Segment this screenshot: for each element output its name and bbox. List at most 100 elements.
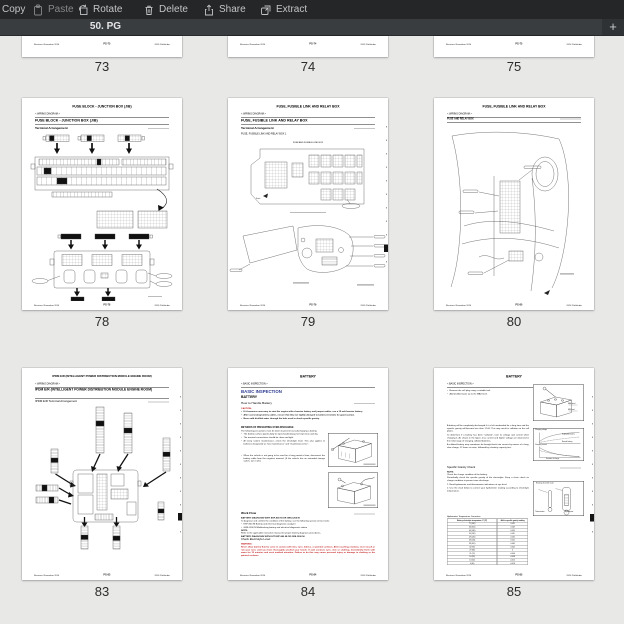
front-label: Front xyxy=(256,198,260,200)
hydro-top-label: Read top level with scale xyxy=(536,483,564,485)
gravity-steps: 1. Read hydrometer and thermometer indic… xyxy=(447,483,529,492)
trash-icon xyxy=(143,4,155,16)
electrolyte-heading: Check Electrolyte Level xyxy=(241,538,270,541)
page-number-label: 79 xyxy=(228,313,388,331)
document-tab[interactable]: 50. PG xyxy=(28,19,183,35)
share-icon xyxy=(203,4,215,16)
section-index-rail xyxy=(180,396,181,544)
min-level-label: MIN level xyxy=(568,409,575,411)
breadcrumb: < WIRING DIAGRAM > xyxy=(447,113,472,116)
page-footer: Revision: November 2014PG-782016 Pathfin… xyxy=(34,304,170,307)
page-footer: Revision: November 2014PG-732016 Pathfin… xyxy=(34,43,170,46)
workflow-heading: Work Flow xyxy=(241,512,256,515)
section-title: FUSE AND RELAY BOX xyxy=(447,118,474,121)
thermometer-label: Thermometer xyxy=(535,511,545,513)
methods-list: The battery surface (particularly its to… xyxy=(241,433,325,447)
page-footer: Revision: November 2014PG-742016 Pathfin… xyxy=(240,43,376,46)
page-number-label: 73 xyxy=(22,58,182,76)
gravity-intro: Periodically check the specific gravity … xyxy=(447,476,529,482)
battery-refill-illustration xyxy=(533,385,584,422)
breadcrumb: < WIRING DIAGRAM > xyxy=(241,113,266,116)
subsection-title: IPDM E/R Terminal Arrangement xyxy=(35,400,77,403)
page-thumbnail-78[interactable]: FUSE BLOCK - JUNCTION BOX (J/B) < WIRING… xyxy=(22,98,182,310)
page-thumbnail-74[interactable]: Revision: November 2014PG-742016 Pathfin… xyxy=(228,36,388,57)
chapter-title: BASIC INSPECTION xyxy=(241,389,282,394)
hydrometer-label: Hydrometer xyxy=(565,511,573,513)
page-number-label: 78 xyxy=(22,313,182,331)
sulphated-battery-label: Sulphated battery xyxy=(562,434,575,436)
rotate-icon xyxy=(77,4,89,16)
page-header: IPDM E/R (INTELLIGENT POWER DISTRIBUTION… xyxy=(27,375,177,378)
subsection-title: How to Handle Battery xyxy=(241,402,272,406)
page-thumbnail-85[interactable]: BATTERY < BASIC INSPECTION > Remove the … xyxy=(434,368,594,580)
page-header: BATTERY xyxy=(439,375,589,379)
page-thumbnail-83[interactable]: IPDM E/R (INTELLIGENT POWER DISTRIBUTION… xyxy=(22,368,182,580)
warning-text: Never allow battery fluid to come in con… xyxy=(241,546,375,557)
service-bullets: Remove the cell plug using a suitable to… xyxy=(447,389,527,396)
section-tab-marker xyxy=(178,513,182,521)
section-tab-marker xyxy=(590,514,594,522)
page-number-label: 83 xyxy=(22,583,182,601)
page-header: FUSE, FUSIBLE LINK AND RELAY BOX xyxy=(233,105,383,109)
sulfation-paragraphs: A battery will be completely discharged … xyxy=(447,424,529,449)
page-header: FUSE, FUSIBLE LINK AND RELAY BOX xyxy=(439,105,589,109)
paste-button[interactable]: Paste xyxy=(32,0,74,19)
caution-list: If it becomes necessary to start the eng… xyxy=(241,410,375,421)
max-level-label: MAX level xyxy=(568,403,575,405)
page-footer: Revision: November 2014PG-752016 Pathfin… xyxy=(446,43,582,46)
page-thumbnail-80[interactable]: FUSE, FUSIBLE LINK AND RELAY BOX < WIRIN… xyxy=(434,98,594,310)
add-tab-button[interactable]: + xyxy=(602,19,624,35)
delete-button[interactable]: Delete xyxy=(143,0,188,19)
subsection-title: Terminal Arrangement xyxy=(35,127,68,131)
charging-current-label: Charging current xyxy=(535,444,547,446)
page-thumbnail-75[interactable]: Revision: November 2014PG-752016 Pathfin… xyxy=(434,36,594,57)
breadcrumb: < WIRING DIAGRAM > xyxy=(35,383,60,386)
tab-bar: 50. PG + xyxy=(0,19,624,36)
table-body: 71 (160)0.03266 (150)0.02860 (140)0.0245… xyxy=(447,522,528,565)
breadcrumb: < BASIC INSPECTION > xyxy=(447,383,474,386)
page-thumbnail-73[interactable]: Revision: November 2014PG-732016 Pathfin… xyxy=(22,36,182,57)
normal-battery-label: Normal battery xyxy=(562,441,572,443)
section-title: IPDM E/R (INTELLIGENT POWER DISTRIBUTION… xyxy=(35,388,169,392)
duration-label: Duration of charge xyxy=(546,458,559,460)
breadcrumb: < BASIC INSPECTION > xyxy=(241,383,268,386)
note-text: Refer to the applicable instruction manu… xyxy=(241,532,375,535)
battery-illustration xyxy=(328,433,378,467)
subsection-title: Terminal Arrangement xyxy=(241,127,274,131)
copy-button[interactable]: Copy xyxy=(0,0,25,19)
page-number-label: 80 xyxy=(434,313,594,331)
fuse-block-terminal-diagram xyxy=(22,131,182,301)
section-tab-marker xyxy=(384,245,388,253)
section-index-rail xyxy=(592,396,593,544)
page-footer: Revision: November 2014PG-802016 Pathfin… xyxy=(446,304,582,307)
storage-item: When the vehicle is not going to be used… xyxy=(241,454,325,463)
page-number-label: 85 xyxy=(434,583,594,601)
thumbnail-grid: Revision: November 2014PG-732016 Pathfin… xyxy=(0,36,624,624)
page-footer: Revision: November 2014PG-842016 Pathfin… xyxy=(240,574,376,577)
charging-voltage-label: Charging voltage xyxy=(535,429,547,431)
engine-bay-location-diagram xyxy=(228,220,388,292)
page-footer: Revision: November 2014PG-852016 Pathfin… xyxy=(446,574,582,577)
page-number-label: 74 xyxy=(228,58,388,76)
page-number-label: 75 xyxy=(434,58,594,76)
ipdm-terminal-diagram xyxy=(22,406,182,562)
table-title: Hydrometer Temperature Correction xyxy=(447,515,480,518)
extract-button[interactable]: Extract xyxy=(260,0,307,19)
page-thumbnail-84[interactable]: BATTERY < BASIC INSPECTION > BASIC INSPE… xyxy=(228,368,388,580)
hydrometer-correction-table: Battery electrolyte temperature °C (°F) … xyxy=(447,519,528,566)
section-title: FUSE BLOCK - JUNCTION BOX (J/B) xyxy=(35,118,169,123)
diagram-caption: FUSE, FUSIBLE LINK AND RELAY BOX 1 xyxy=(241,133,286,136)
page-header: FUSE BLOCK - JUNCTION BOX (J/B) xyxy=(27,105,177,109)
page-footer: Revision: November 2014PG-832016 Pathfin… xyxy=(34,574,170,577)
paste-icon xyxy=(32,4,44,16)
battery-disconnect-illustration xyxy=(328,473,378,509)
fuse-relay-box-location-diagram xyxy=(434,126,594,300)
extract-icon xyxy=(260,4,272,16)
page-header: BATTERY xyxy=(233,375,383,379)
breadcrumb: < WIRING DIAGRAM > xyxy=(35,113,60,116)
share-button[interactable]: Share xyxy=(203,0,246,19)
page-thumbnail-79[interactable]: FUSE, FUSIBLE LINK AND RELAY BOX < WIRIN… xyxy=(228,98,388,310)
rotate-button[interactable]: Rotate xyxy=(77,0,122,19)
diagnosis-tools: EXP-800 NI Battery and electrical diagno… xyxy=(241,523,375,530)
page-footer: Revision: November 2014PG-792016 Pathfin… xyxy=(240,304,376,307)
